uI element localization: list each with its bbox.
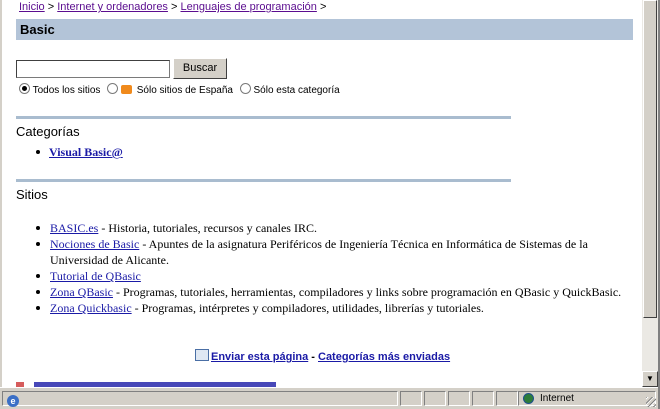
status-cell — [424, 391, 446, 406]
footer-separator: - — [308, 351, 318, 363]
site-link[interactable]: Zona Quickbasic — [50, 301, 132, 315]
radio-categoria-icon[interactable] — [239, 83, 251, 94]
radio-todos-icon[interactable] — [19, 83, 30, 94]
spain-flag-icon — [120, 85, 132, 94]
page-title: Basic — [20, 22, 55, 37]
site-description: - Historia, tutoriales, recursos y canal… — [98, 221, 317, 235]
vertical-scrollbar[interactable]: ▼ — [642, 0, 658, 387]
list-item: BASIC.es - Historia, tutoriales, recurso… — [36, 220, 628, 236]
site-description: - Programas, intérpretes y compiladores,… — [131, 301, 484, 315]
breadcrumb-separator: > — [319, 1, 327, 13]
security-zone-cell: Internet — [518, 391, 656, 406]
site-link[interactable]: Nociones de Basic — [50, 237, 139, 251]
bullet-icon — [36, 150, 40, 154]
list-item: Tutorial de QBasic — [36, 268, 628, 284]
footer-links: Enviar esta página - Categorías más envi… — [195, 349, 450, 363]
ie-page-icon: e — [7, 395, 19, 407]
browser-viewport: Inicio > Internet y ordenadores > Lengua… — [2, 0, 642, 387]
bullet-icon — [36, 242, 40, 246]
breadcrumb-link-internet[interactable]: Internet y ordenadores — [57, 1, 168, 13]
section-divider — [16, 179, 511, 182]
resize-grip-icon[interactable] — [646, 397, 656, 407]
site-link[interactable]: BASIC.es — [50, 221, 98, 235]
bullet-icon — [36, 306, 40, 310]
scrollbar-thumb[interactable] — [643, 0, 657, 318]
list-item: Zona QBasic - Programas, tutoriales, her… — [36, 284, 628, 300]
radio-label-espana[interactable]: Sólo sitios de España — [137, 85, 233, 96]
breadcrumb-link-inicio[interactable]: Inicio — [19, 1, 45, 13]
bullet-icon — [36, 226, 40, 230]
send-page-icon — [195, 349, 209, 361]
list-item: Zona Quickbasic - Programas, intérpretes… — [36, 300, 628, 316]
breadcrumb-separator: > — [47, 1, 55, 13]
section-divider — [16, 116, 511, 119]
search-scope-options: Todos los sitios Sólo sitios de España S… — [19, 83, 344, 96]
search-input[interactable] — [16, 60, 170, 78]
category-link-visual-basic[interactable]: Visual Basic@ — [49, 145, 123, 159]
status-cell — [496, 391, 518, 406]
internet-zone-icon — [523, 393, 534, 404]
category-item: Visual Basic@ — [36, 145, 123, 160]
radio-espana-icon[interactable] — [107, 83, 119, 94]
status-message-cell: e — [2, 391, 398, 407]
scroll-down-icon[interactable]: ▼ — [642, 371, 658, 387]
send-page-link[interactable]: Enviar esta página — [211, 351, 308, 363]
security-zone-label: Internet — [540, 393, 574, 404]
sites-heading: Sitios — [16, 187, 48, 202]
bullet-icon — [36, 274, 40, 278]
breadcrumb-separator: > — [171, 1, 178, 13]
category-title-bar: Basic — [16, 19, 633, 40]
categories-heading: Categorías — [16, 124, 80, 139]
status-bar: e Internet — [0, 387, 658, 409]
status-cell — [472, 391, 494, 406]
bullet-icon — [36, 290, 40, 294]
radio-label-todos[interactable]: Todos los sitios — [33, 85, 101, 96]
site-link[interactable]: Tutorial de QBasic — [50, 269, 141, 283]
site-description: - Programas, tutoriales, herramientas, c… — [112, 285, 622, 299]
list-item: Nociones de Basic - Apuntes de la asigna… — [36, 236, 628, 268]
breadcrumb-link-lenguajes[interactable]: Lenguajes de programación — [181, 1, 317, 13]
status-cell — [448, 391, 470, 406]
most-sent-link[interactable]: Categorías más enviadas — [318, 351, 450, 363]
site-link[interactable]: Zona QBasic — [50, 285, 113, 299]
radio-label-categoria[interactable]: Sólo esta categoría — [254, 85, 340, 96]
sites-list: BASIC.es - Historia, tutoriales, recurso… — [36, 220, 628, 316]
breadcrumb: Inicio > Internet y ordenadores > Lengua… — [19, 1, 326, 13]
search-button[interactable]: Buscar — [173, 58, 227, 79]
status-cell — [400, 391, 422, 406]
